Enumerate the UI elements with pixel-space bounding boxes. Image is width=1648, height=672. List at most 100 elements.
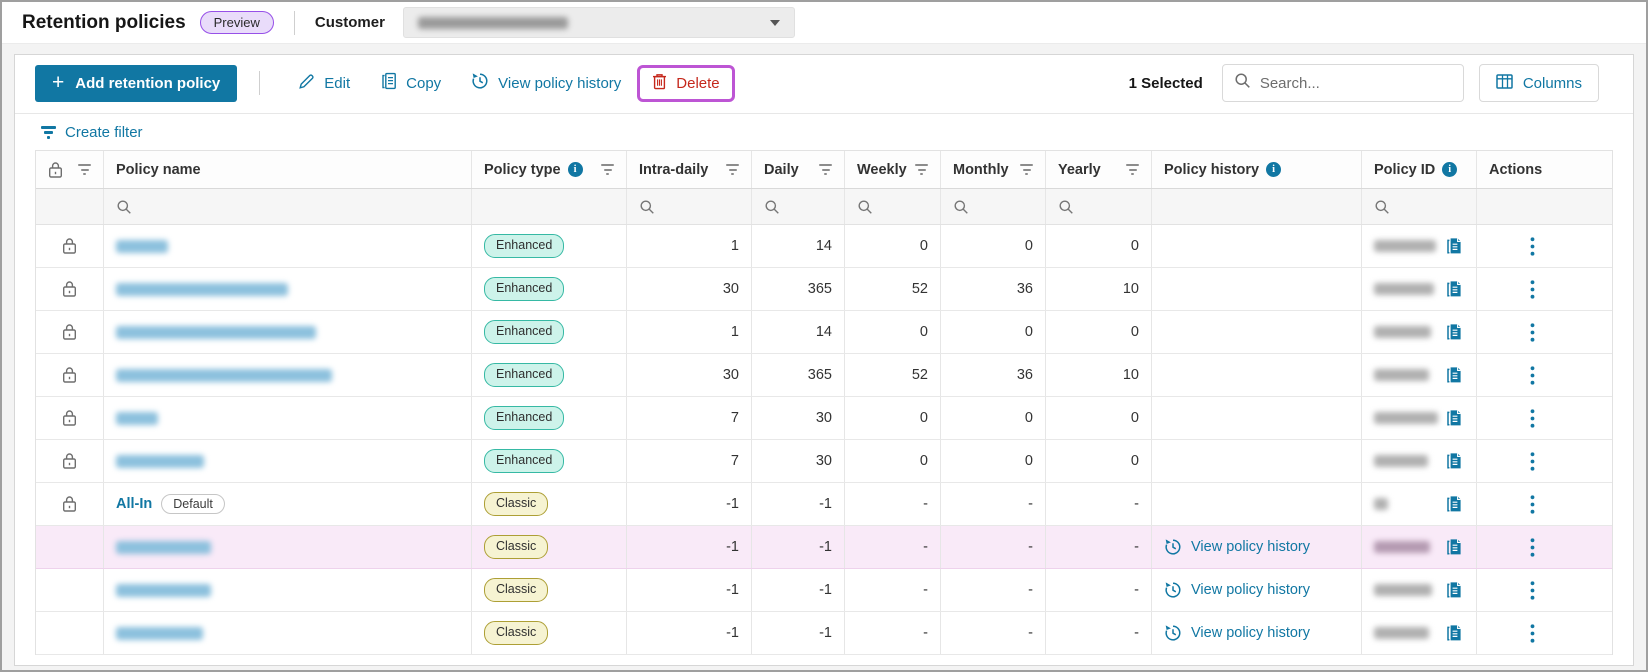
search-icon xyxy=(1374,199,1390,215)
column-header-type[interactable]: Policy typei xyxy=(472,151,627,188)
column-filter-icon[interactable] xyxy=(78,164,91,175)
column-filter-icon[interactable] xyxy=(1020,164,1033,175)
view-policy-history-button[interactable]: View policy history xyxy=(471,72,621,94)
copy-policy-id-button[interactable] xyxy=(1443,493,1464,515)
info-icon[interactable]: i xyxy=(1442,162,1457,177)
column-filter-icon[interactable] xyxy=(726,164,739,175)
table-row[interactable]: Enhanced30365523610 xyxy=(36,354,1612,397)
yearly-cell: 10 xyxy=(1046,354,1152,396)
column-header-intra[interactable]: Intra-daily xyxy=(627,151,752,188)
policy-name-redacted[interactable] xyxy=(116,240,168,253)
column-header-monthly[interactable]: Monthly xyxy=(941,151,1046,188)
weekly-cell: - xyxy=(845,526,941,568)
copy-policy-id-button[interactable] xyxy=(1443,235,1464,257)
table-row[interactable]: Enhanced730000 xyxy=(36,440,1612,483)
column-filter-icon[interactable] xyxy=(819,164,832,175)
column-header-id[interactable]: Policy IDi xyxy=(1362,151,1477,188)
policy-name-link[interactable]: All-In xyxy=(116,496,152,512)
edit-button[interactable]: Edit xyxy=(298,73,350,94)
delete-button[interactable]: Delete xyxy=(652,73,719,94)
policy-name-redacted[interactable] xyxy=(116,584,211,597)
columns-button[interactable]: Columns xyxy=(1479,64,1599,102)
table-row[interactable]: Classic-1-1---View policy history xyxy=(36,612,1612,655)
table-row[interactable]: All-InDefaultClassic-1-1--- xyxy=(36,483,1612,526)
table-row[interactable]: Enhanced114000 xyxy=(36,225,1612,268)
search-cell-yearly[interactable] xyxy=(1046,189,1152,224)
row-actions-menu-button[interactable] xyxy=(1528,622,1537,645)
search-icon xyxy=(116,199,132,215)
policy-name-redacted[interactable] xyxy=(116,412,158,425)
kebab-menu-icon xyxy=(1530,237,1535,256)
copy-policy-id-button[interactable] xyxy=(1443,536,1464,558)
policy-name-redacted[interactable] xyxy=(116,541,211,554)
column-header-daily[interactable]: Daily xyxy=(752,151,845,188)
copy-button[interactable]: Copy xyxy=(380,72,441,94)
policy-name-redacted[interactable] xyxy=(116,326,316,339)
column-filter-icon[interactable] xyxy=(915,164,928,175)
policy-name-redacted[interactable] xyxy=(116,455,204,468)
copy-policy-id-button[interactable] xyxy=(1443,278,1464,300)
row-actions-menu-button[interactable] xyxy=(1528,536,1537,559)
column-header-history[interactable]: Policy historyi xyxy=(1152,151,1362,188)
row-actions-menu-button[interactable] xyxy=(1528,321,1537,344)
policy-name-redacted[interactable] xyxy=(116,369,332,382)
policy-id-cell xyxy=(1362,612,1477,654)
table-row[interactable]: Enhanced30365523610 xyxy=(36,268,1612,311)
column-filter-icon[interactable] xyxy=(1126,164,1139,175)
add-retention-policy-button[interactable]: + Add retention policy xyxy=(35,65,237,102)
monthly-cell: - xyxy=(941,612,1046,654)
policy-history-cell: View policy history xyxy=(1152,569,1362,611)
daily-cell: 365 xyxy=(752,354,845,396)
copy-policy-id-button[interactable] xyxy=(1443,579,1464,601)
search-cell-weekly[interactable] xyxy=(845,189,941,224)
info-icon[interactable]: i xyxy=(568,162,583,177)
column-header-yearly[interactable]: Yearly xyxy=(1046,151,1152,188)
policy-name-redacted[interactable] xyxy=(116,627,203,640)
view-policy-history-link[interactable]: View policy history xyxy=(1164,538,1310,556)
table-row[interactable]: Enhanced730000 xyxy=(36,397,1612,440)
info-icon[interactable]: i xyxy=(1266,162,1281,177)
search-icon xyxy=(857,199,873,215)
policy-type-cell: Enhanced xyxy=(472,311,627,353)
search-cell-daily[interactable] xyxy=(752,189,845,224)
search-cell-intra[interactable] xyxy=(627,189,752,224)
create-filter-button[interactable]: Create filter xyxy=(41,124,143,141)
intra-cell: 1 xyxy=(627,225,752,267)
row-actions-menu-button[interactable] xyxy=(1528,278,1537,301)
customer-dropdown[interactable] xyxy=(403,7,795,38)
row-actions-menu-button[interactable] xyxy=(1528,235,1537,258)
search-input[interactable] xyxy=(1260,75,1459,92)
column-header-actions[interactable]: Actions xyxy=(1477,151,1587,188)
search-cell-id[interactable] xyxy=(1362,189,1477,224)
row-actions-menu-button[interactable] xyxy=(1528,407,1537,430)
search-cell-name[interactable] xyxy=(104,189,472,224)
row-actions-menu-button[interactable] xyxy=(1528,493,1537,516)
table-row[interactable]: Classic-1-1---View policy history xyxy=(36,526,1612,569)
row-actions-menu-button[interactable] xyxy=(1528,364,1537,387)
copy-policy-id-button[interactable] xyxy=(1443,622,1464,644)
copy-policy-id-button[interactable] xyxy=(1443,364,1464,386)
table-row[interactable]: Classic-1-1---View policy history xyxy=(36,569,1612,612)
view-policy-history-link[interactable]: View policy history xyxy=(1164,581,1310,599)
column-header-weekly[interactable]: Weekly xyxy=(845,151,941,188)
weekly-cell: 0 xyxy=(845,397,941,439)
table-row[interactable]: Enhanced114000 xyxy=(36,311,1612,354)
row-actions-menu-button[interactable] xyxy=(1528,450,1537,473)
column-header-name[interactable]: Policy name xyxy=(104,151,472,188)
lock-cell xyxy=(36,483,104,525)
intra-cell: -1 xyxy=(627,612,752,654)
policy-id-cell xyxy=(1362,526,1477,568)
column-filter-icon[interactable] xyxy=(601,164,614,175)
copy-policy-id-button[interactable] xyxy=(1443,407,1464,429)
row-actions-menu-button[interactable] xyxy=(1528,579,1537,602)
policy-name-redacted[interactable] xyxy=(116,283,288,296)
monthly-cell: 0 xyxy=(941,440,1046,482)
kebab-menu-icon xyxy=(1530,624,1535,643)
view-policy-history-link[interactable]: View policy history xyxy=(1164,624,1310,642)
column-header-lock[interactable] xyxy=(36,151,104,188)
intra-cell: -1 xyxy=(627,526,752,568)
copy-policy-id-button[interactable] xyxy=(1443,321,1464,343)
copy-policy-id-button[interactable] xyxy=(1443,450,1464,472)
toolbar-right: 1 Selected Columns xyxy=(1129,64,1613,102)
search-cell-monthly[interactable] xyxy=(941,189,1046,224)
